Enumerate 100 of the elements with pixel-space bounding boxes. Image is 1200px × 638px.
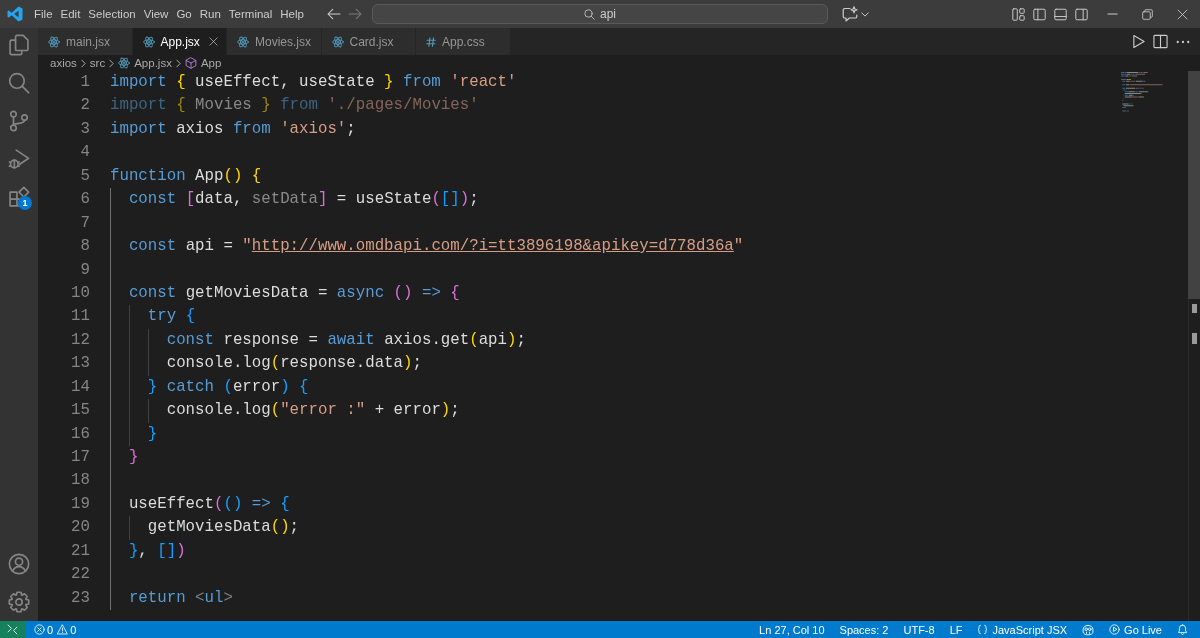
warning-icon[interactable] bbox=[57, 624, 69, 635]
blocks-icon[interactable] bbox=[8, 186, 30, 208]
line-number: 10 bbox=[71, 282, 90, 304]
error-count[interactable]: 0 bbox=[47, 623, 54, 636]
menu-item[interactable]: Edit bbox=[56, 5, 85, 23]
remote-button[interactable] bbox=[0, 621, 25, 638]
split-editor-icon[interactable] bbox=[1153, 34, 1168, 49]
line-number: 18 bbox=[71, 470, 90, 492]
notification-badge: 1 bbox=[18, 196, 32, 210]
restore-icon[interactable] bbox=[1142, 8, 1153, 20]
status-item[interactable]: Spaces: 2 bbox=[839, 623, 889, 636]
menu-item[interactable]: Go bbox=[172, 5, 196, 23]
line-number: 19 bbox=[71, 493, 90, 515]
code-line: useEffect(() => { bbox=[110, 492, 290, 517]
ruler-mark bbox=[1191, 333, 1197, 344]
breadcrumb-item[interactable]: App.jsx bbox=[134, 57, 172, 69]
line-number: 11 bbox=[71, 306, 90, 328]
line-number: 6 bbox=[80, 189, 90, 211]
error-icon[interactable] bbox=[34, 624, 45, 635]
chevron-right-icon bbox=[80, 58, 86, 68]
editor-tab[interactable]: main.jsx bbox=[38, 28, 133, 55]
settings-icon[interactable] bbox=[8, 591, 30, 613]
play-circle-icon[interactable] bbox=[1109, 624, 1121, 635]
menu-item[interactable]: Terminal bbox=[224, 5, 277, 23]
line-number: 8 bbox=[80, 236, 90, 258]
breadcrumb-item[interactable]: src bbox=[89, 57, 106, 69]
line-number: 14 bbox=[71, 376, 90, 398]
minimap-drawing bbox=[1121, 72, 1165, 113]
line-number: 22 bbox=[71, 564, 90, 586]
editor-tab[interactable]: App.jsx bbox=[132, 28, 227, 55]
search-icon bbox=[584, 8, 595, 20]
status-item[interactable]: JavaScript JSX bbox=[992, 623, 1068, 636]
code-line: import axios from 'axios'; bbox=[110, 118, 356, 140]
search-field[interactable]: api bbox=[372, 4, 828, 24]
code-line: try { bbox=[110, 305, 196, 329]
editor-tab[interactable]: App.css bbox=[416, 28, 511, 55]
bell-icon[interactable] bbox=[1177, 624, 1188, 635]
warning-count[interactable]: 0 bbox=[70, 623, 77, 636]
line-number: 12 bbox=[71, 329, 90, 351]
braces-icon[interactable] bbox=[977, 624, 989, 635]
chevron-right-icon bbox=[109, 58, 115, 68]
line-number: 9 bbox=[80, 259, 90, 281]
source-control-icon[interactable] bbox=[8, 110, 30, 132]
sidebar-left-icon[interactable] bbox=[1033, 7, 1046, 21]
line-number: 7 bbox=[80, 212, 90, 234]
menu-item[interactable]: Run bbox=[195, 5, 225, 23]
robot-face-icon[interactable] bbox=[1082, 623, 1095, 636]
account-icon[interactable] bbox=[8, 553, 30, 575]
code-line: console.log("error :" + error); bbox=[110, 399, 460, 423]
scrollbar-thumb[interactable] bbox=[1188, 71, 1200, 299]
code-line: const api = "http://www.omdbapi.com/?i=tt3896198&apikey=d778d36a" bbox=[110, 235, 744, 259]
chat-sparkle-icon[interactable] bbox=[842, 6, 858, 22]
atom-icon bbox=[48, 35, 60, 48]
chevron-down-icon[interactable] bbox=[861, 11, 869, 17]
line-number: 4 bbox=[80, 142, 90, 164]
minimize-icon[interactable] bbox=[1107, 13, 1118, 15]
menu-item[interactable]: File bbox=[30, 5, 57, 23]
close-icon[interactable] bbox=[1177, 8, 1188, 20]
code-line: } bbox=[110, 446, 139, 470]
play-bug-icon[interactable] bbox=[8, 148, 30, 170]
code-line: const getMoviesData = async () => { bbox=[110, 281, 460, 306]
line-number: 13 bbox=[71, 353, 90, 375]
breadcrumb-item[interactable]: axios bbox=[50, 57, 77, 69]
menu-item[interactable]: View bbox=[139, 5, 173, 23]
status-item[interactable]: UTF-8 bbox=[903, 623, 935, 636]
code-line: } catch (error) { bbox=[110, 375, 309, 400]
code-line: function App() { bbox=[110, 165, 262, 187]
code-line: getMoviesData(); bbox=[110, 516, 300, 540]
close-icon[interactable] bbox=[209, 37, 218, 46]
code-line: }, []) bbox=[110, 539, 186, 564]
status-item[interactable]: Ln 27, Col 10 bbox=[759, 623, 825, 636]
panel-icon[interactable] bbox=[1054, 7, 1067, 21]
logo-icon bbox=[7, 6, 23, 22]
line-number: 3 bbox=[80, 118, 90, 140]
remote-icon bbox=[7, 624, 18, 635]
more-icon[interactable] bbox=[1176, 39, 1190, 44]
editor-tab[interactable]: Movies.jsx bbox=[227, 28, 322, 55]
search-icon[interactable] bbox=[8, 72, 30, 94]
line-number: 17 bbox=[71, 447, 90, 468]
breadcrumb-item[interactable]: App bbox=[200, 57, 222, 69]
status-item[interactable]: LF bbox=[949, 623, 963, 636]
files-icon[interactable] bbox=[8, 34, 30, 56]
run-icon[interactable] bbox=[1132, 34, 1145, 49]
sidebar-right-icon[interactable] bbox=[1075, 7, 1088, 21]
atom-icon bbox=[118, 57, 131, 69]
layout-icon[interactable] bbox=[1012, 7, 1025, 21]
editor-tab[interactable]: Card.jsx bbox=[321, 28, 416, 55]
line-number: 15 bbox=[71, 400, 90, 422]
code-line: } bbox=[110, 422, 158, 446]
atom-icon bbox=[331, 35, 344, 48]
status-item[interactable]: Go Live bbox=[1124, 623, 1162, 636]
menu-item[interactable]: Help bbox=[276, 5, 308, 23]
code-line: import { useEffect, useState } from 'react' bbox=[110, 72, 517, 93]
arrow-left-icon[interactable] bbox=[327, 8, 341, 20]
line-number: 5 bbox=[80, 165, 90, 187]
code-line: console.log(response.data); bbox=[110, 352, 422, 376]
menu-item[interactable]: Selection bbox=[84, 5, 140, 23]
code-line: const [data, setData] = useState([]); bbox=[110, 188, 479, 212]
chevron-right-icon bbox=[175, 58, 181, 68]
code-line: return <ul> bbox=[110, 586, 233, 611]
